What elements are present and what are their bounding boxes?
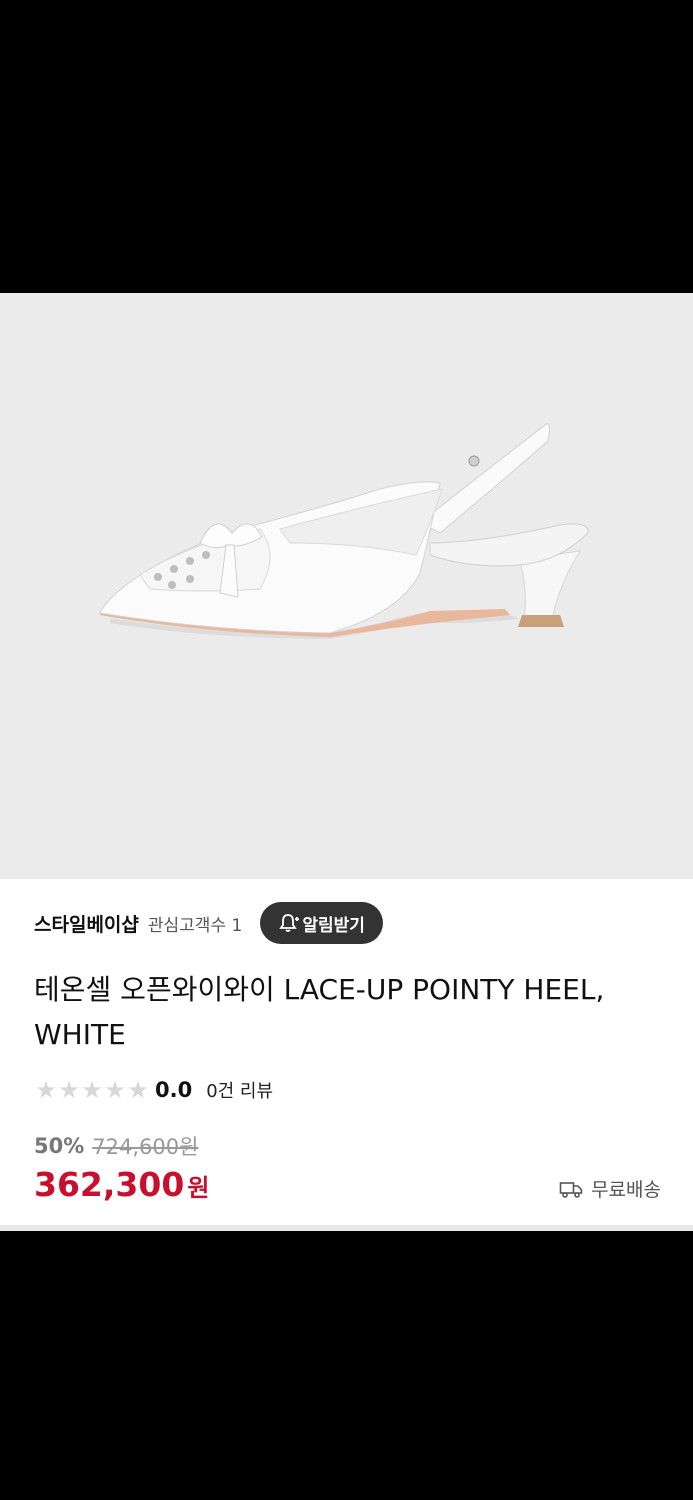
truck-icon bbox=[559, 1181, 583, 1198]
star-icon: ★ bbox=[35, 1076, 57, 1104]
price-row: 362,300 원 bbox=[34, 1165, 209, 1211]
follower-count: 관심고객수 1 bbox=[147, 915, 243, 936]
store-name[interactable]: 스타일베이샵 bbox=[34, 910, 139, 937]
shoe-illustration bbox=[99, 423, 589, 639]
notify-button[interactable]: 알림받기 bbox=[260, 902, 383, 944]
discount-row: 50% 724,600원 bbox=[34, 1131, 198, 1161]
price-unit: 원 bbox=[187, 1174, 210, 1202]
top-letterbox bbox=[0, 0, 693, 293]
discount-rate: 50% bbox=[34, 1134, 85, 1158]
free-shipping: 무료배송 bbox=[559, 1175, 661, 1202]
product-info-panel: 스타일베이샵 관심고객수 1 알림받기 테온셀 오픈와이와이 LACE-UP P… bbox=[0, 879, 693, 1225]
product-title: 테온셀 오픈와이와이 LACE-UP POINTY HEEL, WHITE bbox=[34, 973, 605, 1051]
original-price: 724,600원 bbox=[92, 1135, 199, 1159]
store-row: 스타일베이샵 관심고객수 1 알림받기 bbox=[34, 901, 383, 945]
star-icon: ★ bbox=[104, 1076, 126, 1104]
product-image[interactable] bbox=[0, 293, 693, 879]
rating-row[interactable]: ★ ★ ★ ★ ★ 0.0 0건 리뷰 bbox=[34, 1075, 273, 1105]
star-icon: ★ bbox=[127, 1076, 149, 1104]
shipping-label: 무료배송 bbox=[591, 1179, 661, 1201]
review-count[interactable]: 0건 리뷰 bbox=[206, 1077, 273, 1103]
sale-price: 362,300 bbox=[34, 1165, 185, 1204]
bell-plus-icon bbox=[279, 914, 300, 932]
rating-stars: ★ ★ ★ ★ ★ bbox=[34, 1078, 149, 1102]
star-icon: ★ bbox=[58, 1076, 80, 1104]
notify-label: 알림받기 bbox=[302, 915, 365, 936]
rating-score: 0.0 bbox=[155, 1078, 193, 1102]
bottom-letterbox bbox=[0, 1231, 693, 1500]
star-icon: ★ bbox=[81, 1076, 103, 1104]
